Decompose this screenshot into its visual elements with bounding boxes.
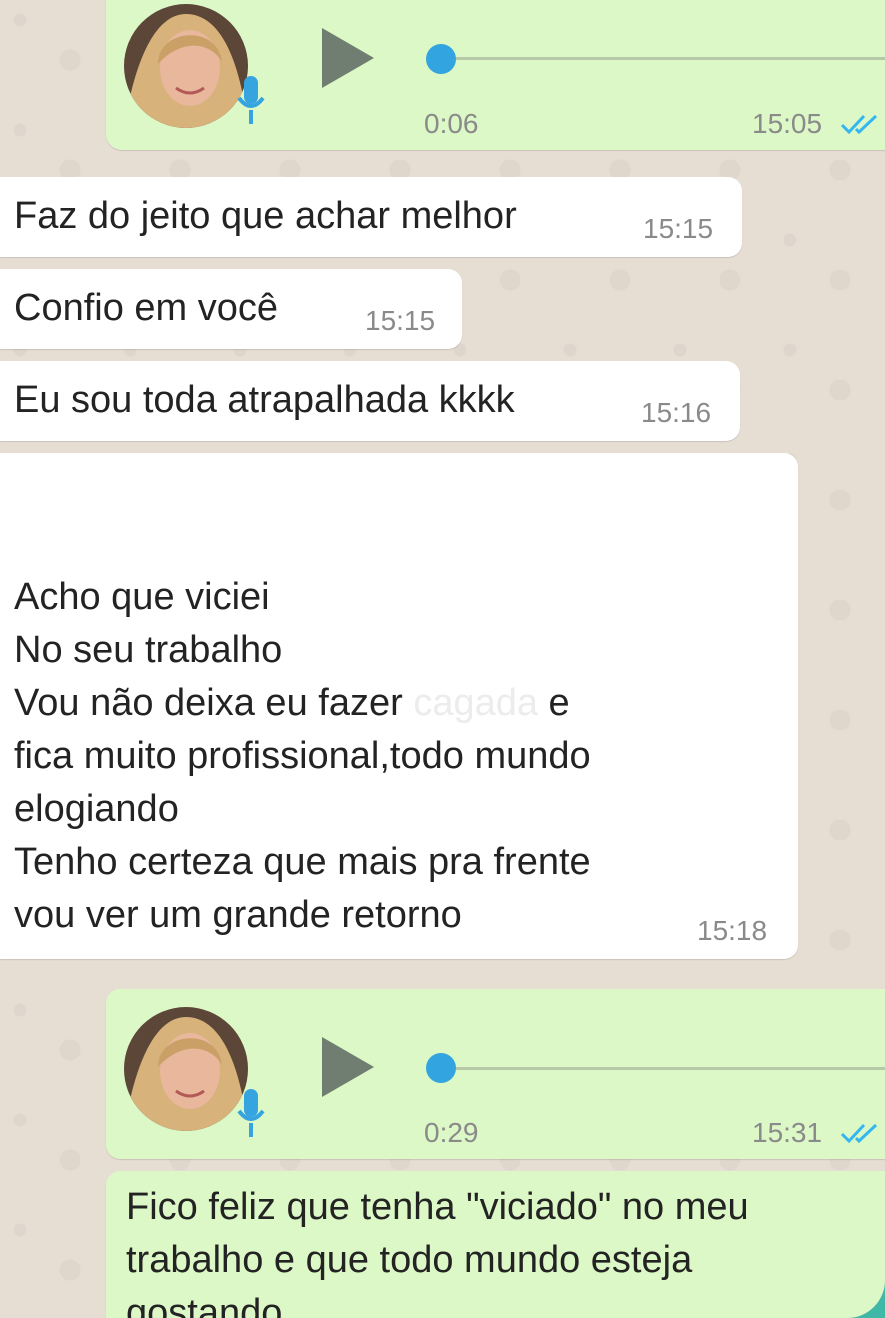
message-line: Tenho certeza que mais pra frente (14, 841, 591, 883)
message-time: 15:31 (752, 1117, 823, 1148)
message-time: 15:15 (643, 213, 714, 244)
audio-progress-knob[interactable] (426, 44, 456, 74)
message-line: Vou não deixa eu fazer cagada e (14, 677, 570, 730)
message-line: gostando (126, 1292, 283, 1318)
message-line: elogiando (14, 788, 179, 830)
voice-message: 0:29 15:31 (106, 989, 885, 1159)
incoming-message: Confio em você 15:15 (0, 269, 462, 349)
voice-duration: 0:29 (424, 1117, 479, 1148)
incoming-message: Acho que viciei No seu trabalho Vou não … (0, 453, 798, 959)
message-fragment: Vou não deixa eu fazer (14, 682, 403, 724)
contact-avatar (124, 1007, 248, 1131)
chat-panel: 0:06 15:05 Faz do jeito que achar melhor… (0, 0, 885, 1318)
audio-progress-knob[interactable] (426, 1053, 456, 1083)
microphone-icon (236, 76, 266, 126)
message-time: 15:05 (752, 108, 823, 139)
censored-word: cagada (413, 682, 538, 724)
message-time: 15:15 (365, 305, 436, 336)
outgoing-message: Fico feliz que tenha "viciado" no meu tr… (106, 1171, 885, 1318)
message-line: No seu trabalho (14, 629, 283, 671)
message-line: fica muito profissional,todo mundo (14, 735, 591, 777)
play-icon[interactable] (322, 28, 374, 88)
message-fragment: e (548, 682, 570, 724)
message-time: 15:16 (641, 397, 712, 428)
incoming-message: Eu sou toda atrapalhada kkkk 15:16 (0, 361, 740, 441)
voice-duration: 0:06 (424, 108, 479, 139)
contact-avatar (124, 4, 248, 128)
audio-progress-track[interactable] (440, 1067, 885, 1070)
message-text: Eu sou toda atrapalhada kkkk (14, 379, 515, 421)
incoming-message: Faz do jeito que achar melhor 15:15 (0, 177, 742, 257)
audio-progress-track[interactable] (440, 57, 885, 60)
double-check-icon (840, 1123, 878, 1144)
voice-message: 0:06 15:05 (106, 0, 885, 150)
play-icon[interactable] (322, 1037, 374, 1097)
message-line: Acho que viciei (14, 576, 270, 618)
message-text: Confio em você (14, 287, 279, 329)
message-time: 15:18 (697, 915, 768, 946)
message-line: vou ver um grande retorno (14, 894, 462, 936)
message-line: trabalho e que todo mundo esteja (126, 1239, 693, 1281)
message-line: Fico feliz que tenha "viciado" no meu (126, 1186, 749, 1228)
message-text: Faz do jeito que achar melhor (14, 195, 517, 237)
microphone-icon (236, 1089, 266, 1139)
double-check-icon (840, 114, 878, 135)
